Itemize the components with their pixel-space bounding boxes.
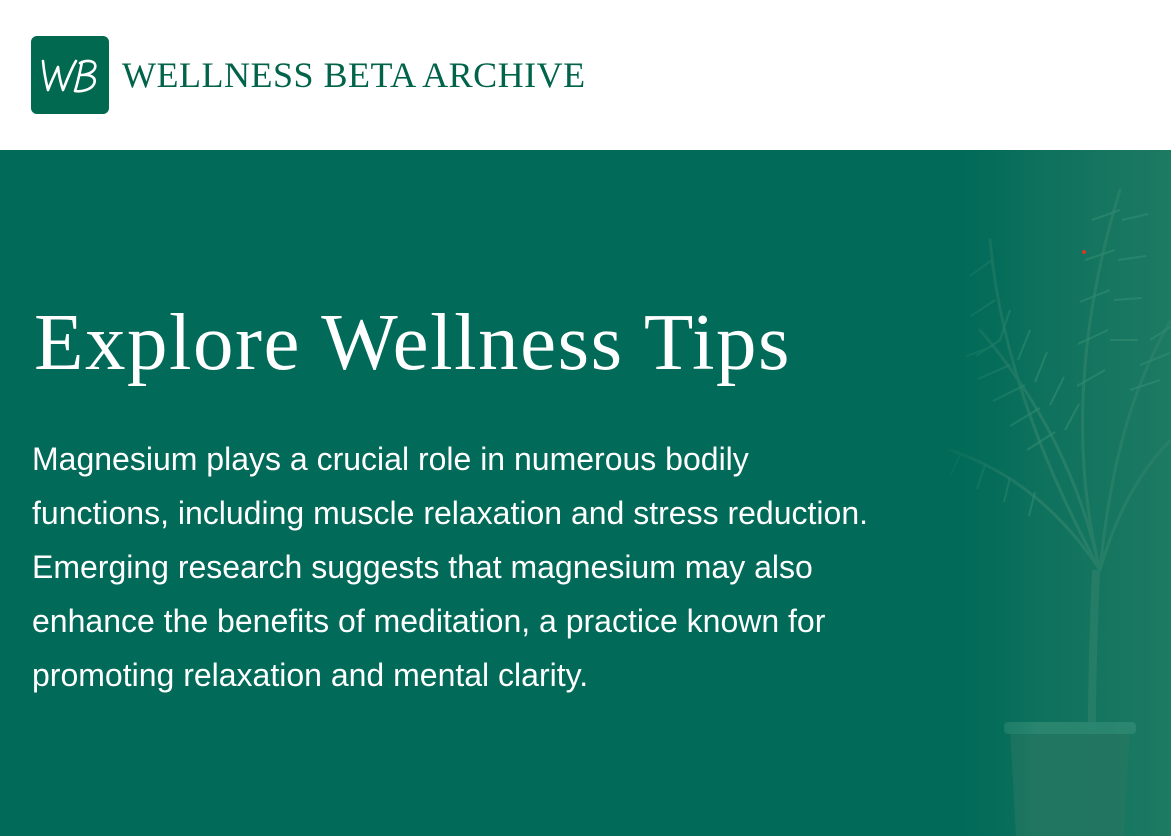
brand-name: WELLNESS BETA ARCHIVE bbox=[122, 55, 586, 95]
hero-description: Magnesium plays a crucial role in numero… bbox=[32, 441, 868, 693]
hero-banner: Explore Wellness Tips Magnesium plays a … bbox=[0, 150, 1171, 836]
site-header: WELLNESS BETA ARCHIVE bbox=[0, 0, 1171, 150]
logo-monogram bbox=[31, 36, 109, 114]
home-logo-link[interactable]: WELLNESS BETA ARCHIVE bbox=[31, 36, 586, 114]
monogram-glyph bbox=[41, 59, 97, 93]
hero-title: Explore Wellness Tips bbox=[34, 297, 792, 387]
